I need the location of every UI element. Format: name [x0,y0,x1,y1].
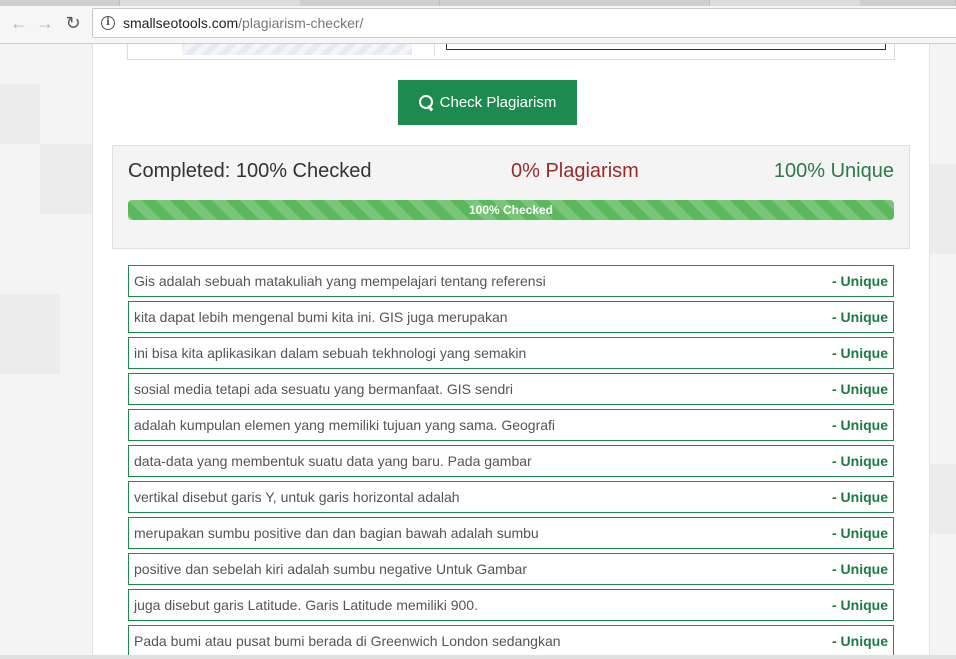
background-tile [930,164,956,254]
results-list: Gis adalah sebuah matakuliah yang mempel… [128,265,894,659]
back-arrow-icon[interactable]: ← [8,12,30,34]
browser-tab[interactable] [0,0,120,6]
result-sentence: ini bisa kita aplikasikan dalam sebuah t… [134,345,527,361]
result-row: data-data yang membentuk suatu data yang… [128,445,894,477]
progress-bar: 100% Checked [128,200,894,220]
completed-status: Completed: 100% Checked [128,160,372,182]
result-sentence: data-data yang membentuk suatu data yang… [134,453,532,469]
tab-strip [0,0,956,6]
result-status: - Unique [832,597,888,613]
reload-icon[interactable]: ↻ [62,12,84,34]
info-icon[interactable]: i [101,16,115,30]
result-sentence: vertikal disebut garis Y, untuk garis ho… [134,489,460,505]
plagiarism-percent: 0% Plagiarism [511,160,639,182]
url-path: /plagiarism-checker/ [238,15,364,31]
result-sentence: sosial media tetapi ada sesuatu yang ber… [134,381,513,397]
result-status: - Unique [832,345,888,361]
url-text[interactable]: smallseotools.com/plagiarism-checker/ [123,15,363,31]
result-status: - Unique [832,633,888,649]
captcha-divider [434,44,435,56]
result-row: ini bisa kita aplikasikan dalam sebuah t… [128,337,894,369]
result-sentence: Pada bumi atau pusat bumi berada di Gree… [134,633,561,649]
result-status: - Unique [832,417,888,433]
background-tile [0,294,60,374]
result-status: - Unique [832,381,888,397]
browser-tab[interactable] [440,0,710,6]
result-status: - Unique [832,453,888,469]
horizontal-scrollbar[interactable] [0,655,956,659]
captcha-box [127,44,895,60]
result-row: adalah kumpulan elemen yang memiliki tuj… [128,409,894,441]
result-status: - Unique [832,309,888,325]
result-row: kita dapat lebih mengenal bumi kita ini.… [128,301,894,333]
url-host: smallseotools.com [123,15,239,31]
result-status: - Unique [832,489,888,505]
result-row: positive dan sebelah kiri adalah sumbu n… [128,553,894,585]
result-row: sosial media tetapi ada sesuatu yang ber… [128,373,894,405]
result-sentence: merupakan sumbu positive dan dan bagian … [134,525,539,541]
background-tile [930,464,956,534]
result-row: juga disebut garis Latitude. Garis Latit… [128,589,894,621]
browser-tab[interactable] [300,0,440,6]
result-sentence: positive dan sebelah kiri adalah sumbu n… [134,561,528,577]
check-plagiarism-label: Check Plagiarism [439,94,557,111]
address-bar[interactable]: i smallseotools.com/plagiarism-checker/ [92,8,956,38]
browser-toolbar: ← → ↻ i smallseotools.com/plagiarism-che… [0,0,956,44]
result-sentence: Gis adalah sebuah matakuliah yang mempel… [134,273,546,289]
result-sentence: juga disebut garis Latitude. Garis Latit… [134,597,478,613]
search-icon [418,95,434,110]
result-row: Pada bumi atau pusat bumi berada di Gree… [128,625,894,657]
result-summary-panel: Completed: 100% Checked 0% Plagiarism 10… [112,145,910,249]
result-sentence: adalah kumpulan elemen yang memiliki tuj… [134,417,556,433]
result-row: merupakan sumbu positive dan dan bagian … [128,517,894,549]
captcha-image [182,44,412,55]
progress-label: 100% Checked [468,203,554,217]
result-row: Gis adalah sebuah matakuliah yang mempel… [128,265,894,297]
forward-arrow-icon[interactable]: → [34,12,56,34]
background-tile [40,144,92,214]
result-status: - Unique [832,525,888,541]
result-row: vertikal disebut garis Y, untuk garis ho… [128,481,894,513]
browser-tab[interactable] [860,0,956,6]
result-status: - Unique [832,273,888,289]
check-plagiarism-button[interactable]: Check Plagiarism [398,80,577,125]
background-tile [0,84,40,144]
result-sentence: kita dapat lebih mengenal bumi kita ini.… [134,309,508,325]
unique-percent: 100% Unique [773,160,894,182]
result-status: - Unique [832,561,888,577]
web-page: Check Plagiarism Completed: 100% Checked… [0,44,956,659]
main-content: Check Plagiarism Completed: 100% Checked… [92,44,930,659]
captcha-input[interactable] [446,44,886,50]
